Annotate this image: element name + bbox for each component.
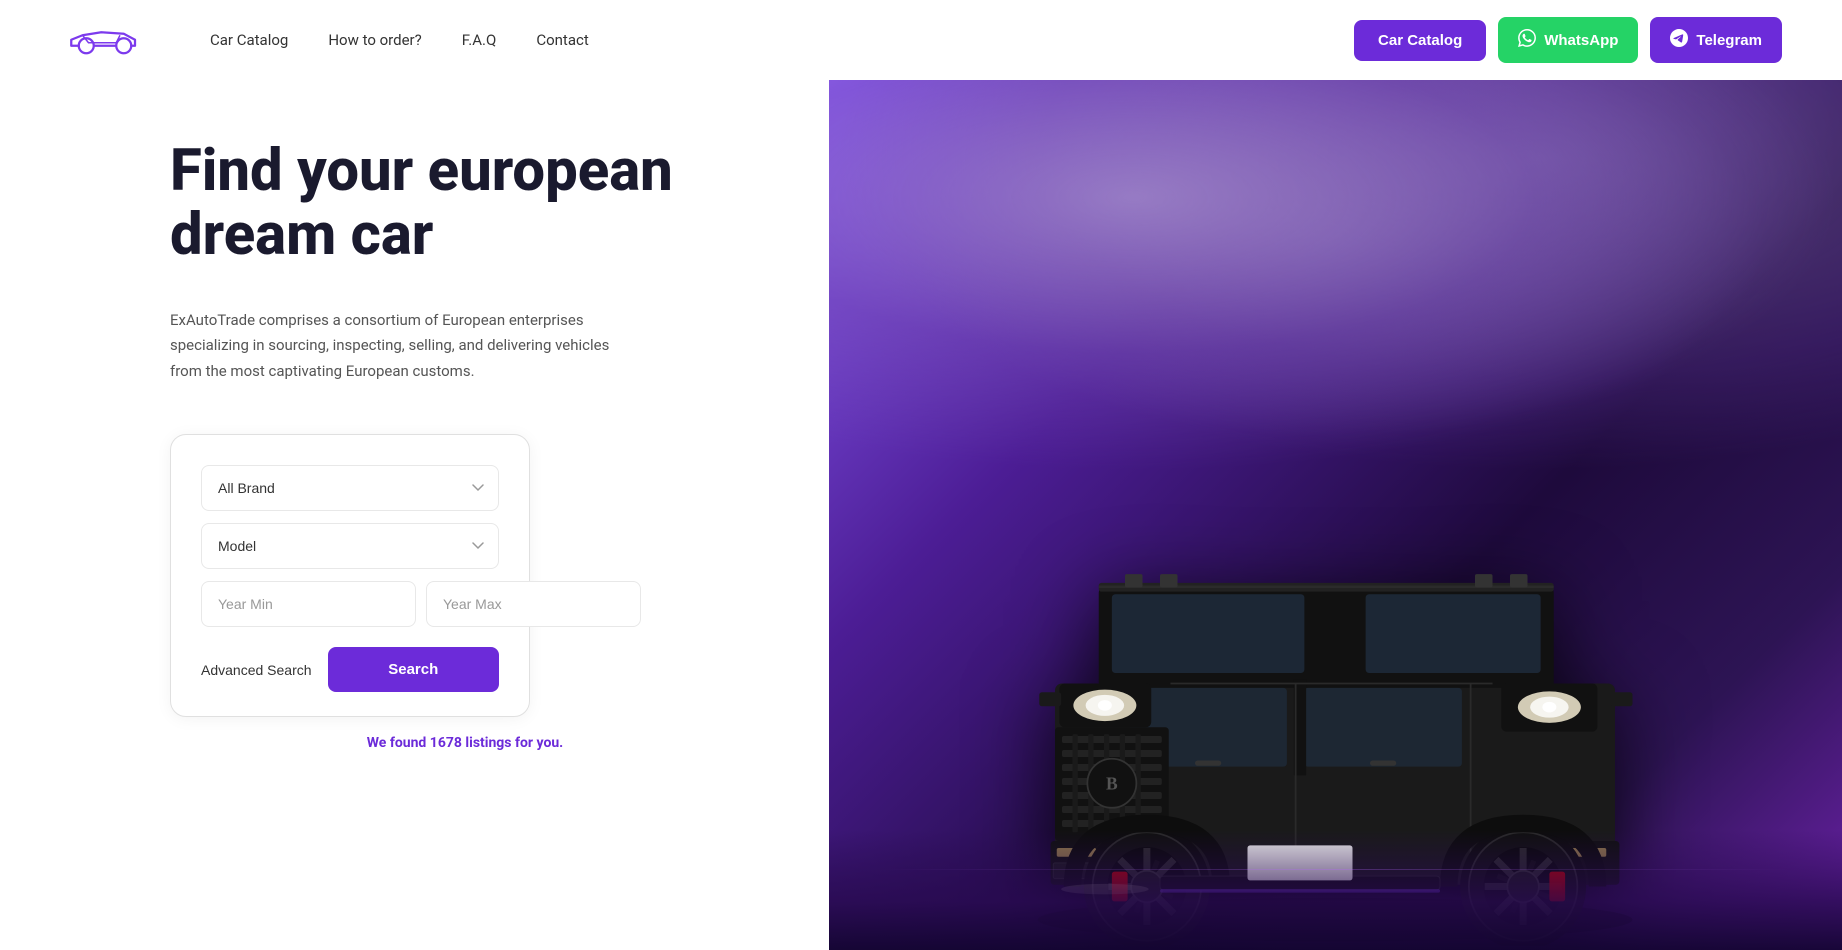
nav-how-to-order[interactable]: How to order? — [328, 31, 421, 49]
svg-text:B: B — [1106, 773, 1118, 793]
main-nav: Car Catalog How to order? F.A.Q Contact — [210, 31, 589, 49]
ground-line — [880, 869, 1792, 870]
telegram-icon — [1670, 29, 1688, 51]
nav-contact[interactable]: Contact — [536, 31, 588, 49]
year-min-input[interactable] — [201, 581, 416, 627]
search-form: All Brand Model Advanced Search Search — [170, 434, 530, 717]
search-button[interactable]: Search — [328, 647, 499, 692]
car-catalog-button[interactable]: Car Catalog — [1354, 20, 1486, 61]
hero-description: ExAutoTrade comprises a consortium of Eu… — [170, 308, 610, 385]
header-left: Car Catalog How to order? F.A.Q Contact — [60, 18, 589, 63]
whatsapp-button[interactable]: WhatsApp — [1498, 17, 1638, 63]
model-select[interactable]: Model — [201, 523, 499, 569]
telegram-button[interactable]: Telegram — [1650, 17, 1782, 63]
year-max-input[interactable] — [426, 581, 641, 627]
hero-title: Find your european dream car — [170, 140, 760, 268]
listings-suffix: listings for you. — [462, 735, 563, 751]
whatsapp-label: WhatsApp — [1544, 32, 1618, 49]
form-actions: Advanced Search Search — [201, 647, 499, 692]
car-background: B — [829, 80, 1842, 950]
listings-info: We found 1678 listings for you. — [170, 735, 760, 751]
hero-image-panel: B — [829, 80, 1842, 950]
listings-count: 1678 — [430, 735, 462, 751]
smoke-effect — [829, 80, 1842, 472]
advanced-search-button[interactable]: Advanced Search — [201, 662, 312, 678]
nav-faq[interactable]: F.A.Q — [462, 31, 497, 49]
site-header: Car Catalog How to order? F.A.Q Contact … — [0, 0, 1842, 80]
listings-prefix: We found — [367, 735, 430, 751]
brand-select[interactable]: All Brand — [201, 465, 499, 511]
year-row — [201, 581, 499, 627]
logo-icon — [60, 18, 150, 63]
left-content: Find your european dream car ExAutoTrade… — [0, 80, 820, 950]
telegram-label: Telegram — [1696, 32, 1762, 49]
nav-catalog[interactable]: Car Catalog — [210, 31, 288, 49]
site-logo[interactable] — [60, 18, 150, 63]
ground-effect — [829, 830, 1842, 950]
header-right: Car Catalog WhatsApp Telegram — [1354, 17, 1782, 63]
whatsapp-icon — [1518, 29, 1536, 51]
main-container: Find your european dream car ExAutoTrade… — [0, 80, 1842, 950]
